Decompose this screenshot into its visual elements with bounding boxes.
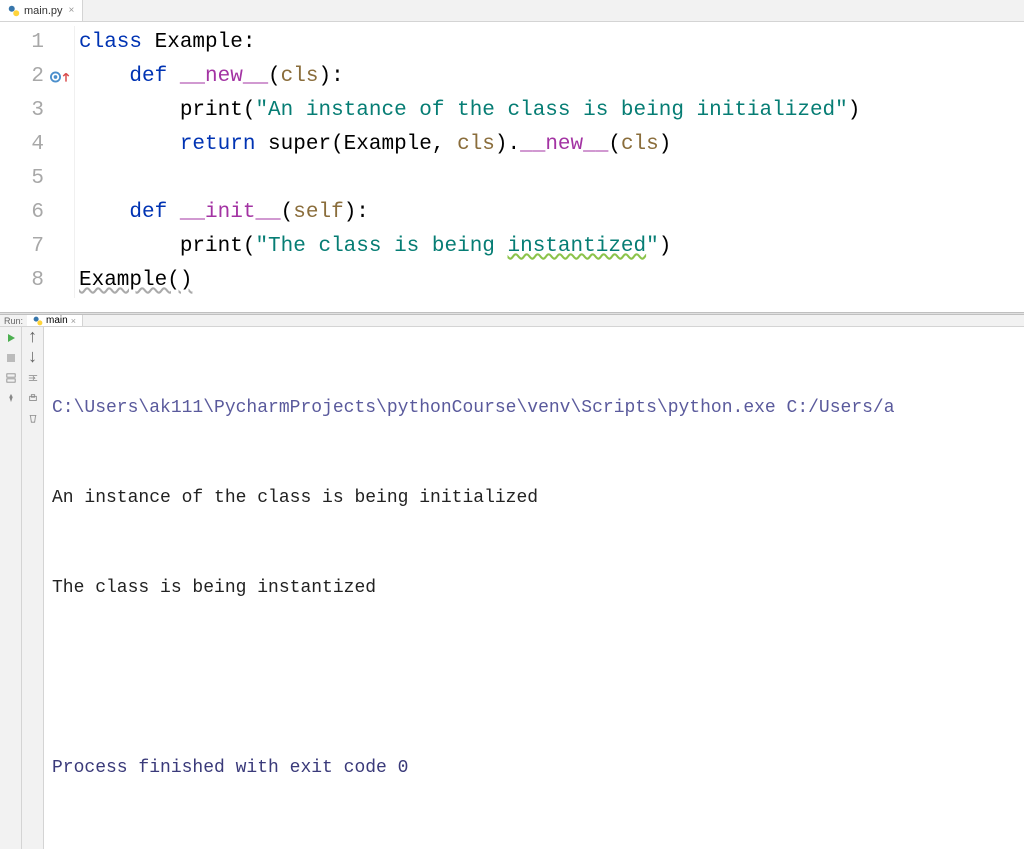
run-body: ↑ ↓ C:\Users\ak111\PycharmProjects\pytho… <box>0 327 1024 849</box>
output-status: Process finished with exit code 0 <box>52 753 1016 783</box>
code-content[interactable]: class Example: def __new__(cls): print("… <box>74 22 1024 312</box>
gutter-line: 4 <box>0 128 74 162</box>
run-tab[interactable]: main × <box>27 315 83 326</box>
wrap-icon[interactable] <box>26 371 40 385</box>
output-line: An instance of the class is being initia… <box>52 483 1016 513</box>
run-tool-label: Run: <box>0 316 27 326</box>
code-line: print("An instance of the class is being… <box>74 94 1024 128</box>
run-output[interactable]: C:\Users\ak111\PycharmProjects\pythonCou… <box>44 327 1024 849</box>
code-line: def __new__(cls): <box>74 60 1024 94</box>
output-blank <box>52 663 1016 693</box>
code-area[interactable]: 1 2 3 4 5 6 7 8 class Example: def __new… <box>0 22 1024 312</box>
layout-icon[interactable] <box>4 371 18 385</box>
python-file-icon <box>8 5 20 17</box>
editor-tab-main[interactable]: main.py × <box>0 0 83 21</box>
gutter-line: 7 <box>0 230 74 264</box>
rerun-icon[interactable] <box>4 331 18 345</box>
code-line: def __init__(self): <box>74 196 1024 230</box>
gutter-line: 3 <box>0 94 74 128</box>
output-command: C:\Users\ak111\PycharmProjects\pythonCou… <box>52 393 1016 423</box>
run-tab-bar: Run: main × <box>0 315 1024 327</box>
override-icon[interactable] <box>50 72 70 83</box>
gutter: 1 2 3 4 5 6 7 8 <box>0 22 74 312</box>
code-line: print("The class is being instantized") <box>74 230 1024 264</box>
run-toolbar-primary <box>0 327 22 849</box>
code-line: return super(Example, cls).__new__(cls) <box>74 128 1024 162</box>
run-pane: Run: main × ↑ ↓ C:\Users\ak111\PycharmPr… <box>0 315 1024 511</box>
gutter-line: 2 <box>0 60 74 94</box>
gutter-line: 1 <box>0 26 74 60</box>
close-icon[interactable]: × <box>71 316 76 326</box>
down-icon[interactable]: ↓ <box>26 351 40 365</box>
up-icon[interactable]: ↑ <box>26 331 40 345</box>
code-line: class Example: <box>74 26 1024 60</box>
run-toolbar-secondary: ↑ ↓ <box>22 327 44 849</box>
run-tab-label: main <box>46 315 68 326</box>
editor-tab-label: main.py <box>24 5 63 17</box>
gutter-line: 6 <box>0 196 74 230</box>
python-file-icon <box>33 316 43 326</box>
pin-icon[interactable] <box>4 391 18 405</box>
editor-tab-bar: main.py × <box>0 0 1024 22</box>
stop-icon[interactable] <box>4 351 18 365</box>
gutter-line: 5 <box>0 162 74 196</box>
editor-pane: main.py × 1 2 3 4 5 6 7 8 class Example:… <box>0 0 1024 312</box>
close-icon[interactable]: × <box>69 5 75 16</box>
code-line <box>74 162 1024 196</box>
output-line: The class is being instantized <box>52 573 1016 603</box>
gutter-line: 8 <box>0 264 74 298</box>
code-line: Example() <box>74 264 1024 298</box>
trash-icon[interactable] <box>26 411 40 425</box>
print-icon[interactable] <box>26 391 40 405</box>
